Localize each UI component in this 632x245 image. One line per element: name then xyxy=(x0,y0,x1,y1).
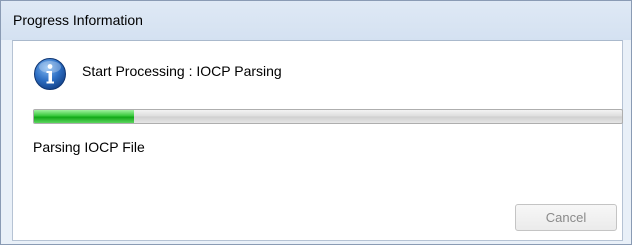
dialog-content: Start Processing : IOCP Parsing Parsing … xyxy=(12,40,623,241)
progress-status: Parsing IOCP File xyxy=(33,139,145,155)
progress-bar-fill xyxy=(34,110,134,123)
window-title: Progress Information xyxy=(13,12,143,28)
info-icon xyxy=(34,58,66,90)
progress-dialog: Progress Information Start Processing : … xyxy=(0,0,632,245)
cancel-button[interactable]: Cancel xyxy=(515,204,617,231)
progress-message: Start Processing : IOCP Parsing xyxy=(82,63,282,79)
progress-bar xyxy=(33,109,623,124)
title-bar[interactable]: Progress Information xyxy=(1,1,631,40)
